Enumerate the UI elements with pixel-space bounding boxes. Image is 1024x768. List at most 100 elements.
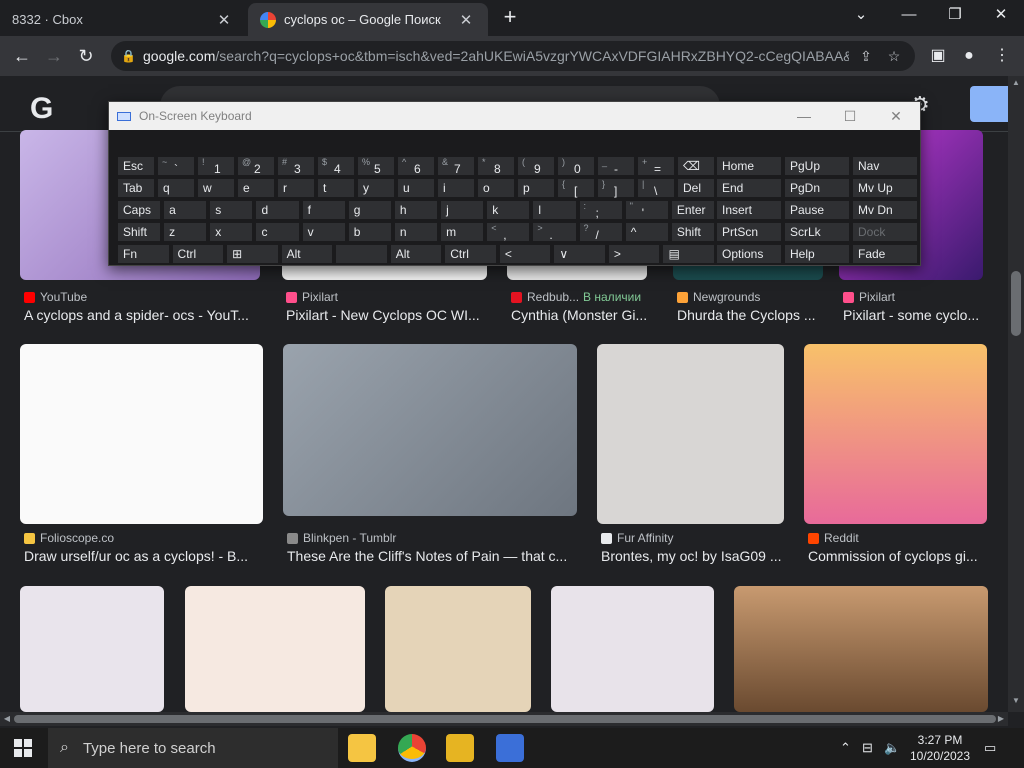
osk-nav-key[interactable]: Home bbox=[716, 156, 782, 176]
scroll-right-icon[interactable]: ▶ bbox=[994, 712, 1008, 726]
scroll-left-icon[interactable]: ◀ bbox=[0, 712, 14, 726]
share-icon[interactable]: ⇪ bbox=[855, 48, 877, 65]
osk-key[interactable]: Enter bbox=[670, 200, 715, 220]
windows-start-icon[interactable] bbox=[14, 739, 32, 757]
osk-key[interactable]: > bbox=[607, 244, 661, 264]
side-panel-icon[interactable]: ▣ bbox=[926, 44, 950, 68]
result-image[interactable] bbox=[20, 586, 164, 712]
osk-nav-key[interactable]: Pause bbox=[784, 200, 850, 220]
result-title[interactable]: Pixilart - some cyclo... bbox=[843, 307, 989, 323]
chevron-up-icon[interactable]: ⌃ bbox=[840, 728, 851, 768]
osk-nav-key[interactable]: Options bbox=[716, 244, 782, 264]
osk-key[interactable]: & 7 bbox=[437, 156, 475, 176]
osk-key[interactable]: ? / bbox=[578, 222, 623, 242]
osk-key[interactable]: Ctrl bbox=[171, 244, 225, 264]
osk-key[interactable]: Esc bbox=[117, 156, 155, 176]
taskbar-search[interactable]: ⌕ Type here to search bbox=[48, 728, 338, 768]
osk-key[interactable]: r bbox=[277, 178, 315, 198]
osk-key[interactable]: u bbox=[397, 178, 435, 198]
osk-key[interactable]: Caps bbox=[117, 200, 162, 220]
address-bar[interactable]: 🔒 google.com/search?q=cyclops+oc&tbm=isc… bbox=[111, 41, 915, 71]
chevron-down-icon[interactable]: ⌄ bbox=[838, 0, 884, 32]
result-card[interactable]: Folioscope.co Draw urself/ur oc as a cyc… bbox=[20, 344, 263, 574]
osk-key[interactable]: <, bbox=[486, 222, 531, 242]
osk-key[interactable]: Alt bbox=[389, 244, 443, 264]
osk-key[interactable]: n bbox=[393, 222, 439, 242]
osk-key[interactable]: :; bbox=[578, 200, 623, 220]
osk-nav-key[interactable]: Help bbox=[784, 244, 850, 264]
on-screen-keyboard-app-icon[interactable] bbox=[496, 734, 524, 762]
osk-key[interactable]: g bbox=[347, 200, 392, 220]
osk-key[interactable]: Alt bbox=[280, 244, 334, 264]
osk-nav-key[interactable]: Insert bbox=[716, 200, 782, 220]
chrome-icon[interactable] bbox=[398, 734, 426, 762]
sign-in-button[interactable] bbox=[970, 86, 1008, 122]
osk-key[interactable]: c bbox=[255, 222, 300, 242]
close-icon[interactable]: ✕ bbox=[456, 11, 476, 29]
osk-key[interactable]: {[ bbox=[557, 178, 595, 198]
osk-nav-key[interactable]: PrtScn bbox=[716, 222, 782, 242]
osk-key[interactable]: l bbox=[532, 200, 577, 220]
osk-nav-key[interactable]: End bbox=[716, 178, 782, 198]
osk-minimize-button[interactable]: — bbox=[781, 102, 827, 130]
result-card[interactable] bbox=[385, 586, 531, 712]
result-title[interactable]: Draw urself/ur oc as a cyclops! - B... bbox=[24, 548, 263, 564]
result-image[interactable] bbox=[551, 586, 714, 712]
osk-key[interactable]: ^ 6 bbox=[397, 156, 435, 176]
osk-key[interactable]: + = bbox=[637, 156, 675, 176]
osk-key[interactable]: ! 1 bbox=[197, 156, 235, 176]
scroll-thumb[interactable] bbox=[1011, 271, 1021, 336]
result-image[interactable] bbox=[804, 344, 987, 524]
osk-key[interactable] bbox=[335, 244, 388, 264]
osk-key[interactable]: m bbox=[440, 222, 485, 242]
reload-button[interactable]: ↻ bbox=[72, 42, 100, 70]
osk-nav-key[interactable]: PgUp bbox=[784, 156, 850, 176]
tab-google-search[interactable]: cyclops oc – Google Поиск ✕ bbox=[248, 3, 488, 36]
osk-key[interactable]: f bbox=[301, 200, 346, 220]
osk-key[interactable]: #3 bbox=[277, 156, 315, 176]
osk-key[interactable]: ~ ` bbox=[157, 156, 195, 176]
osk-key[interactable]: }] bbox=[597, 178, 635, 198]
osk-key[interactable]: _ - bbox=[597, 156, 635, 176]
osk-key[interactable]: v bbox=[301, 222, 346, 242]
osk-maximize-button[interactable]: ☐ bbox=[827, 102, 873, 130]
osk-key[interactable]: @2 bbox=[237, 156, 275, 176]
osk-key[interactable]: | \ bbox=[637, 178, 675, 198]
osk-key[interactable]: >. bbox=[532, 222, 577, 242]
osk-key[interactable]: a bbox=[163, 200, 208, 220]
result-title[interactable]: Cynthia (Monster Gi... bbox=[511, 307, 657, 323]
osk-key[interactable]: p bbox=[517, 178, 555, 198]
osk-key[interactable]: d bbox=[255, 200, 300, 220]
osk-nav-key[interactable]: Dock bbox=[852, 222, 918, 242]
scroll-up-icon[interactable]: ▲ bbox=[1008, 78, 1024, 87]
result-image[interactable] bbox=[597, 344, 784, 524]
result-title[interactable]: A cyclops and a spider- ocs - YouT... bbox=[24, 307, 260, 323]
profile-icon[interactable]: ● bbox=[957, 44, 981, 68]
result-image[interactable] bbox=[385, 586, 531, 712]
result-card[interactable]: Blinkpen - Tumblr These Are the Cliff's … bbox=[283, 344, 577, 574]
vertical-scrollbar[interactable]: ▲ ▼ bbox=[1008, 76, 1024, 712]
osk-nav-key[interactable]: Mv Dn bbox=[852, 200, 918, 220]
result-image[interactable] bbox=[734, 586, 988, 712]
osk-key[interactable]: Fn bbox=[117, 244, 170, 264]
new-tab-button[interactable]: + bbox=[497, 5, 523, 31]
osk-key[interactable]: j bbox=[440, 200, 485, 220]
star-icon[interactable]: ☆ bbox=[883, 48, 905, 65]
osk-key[interactable]: ^ bbox=[624, 222, 669, 242]
osk-key[interactable]: Tab bbox=[117, 178, 155, 198]
scroll-down-icon[interactable]: ▼ bbox=[1008, 696, 1024, 705]
osk-key[interactable]: < bbox=[498, 244, 552, 264]
forward-button[interactable]: → bbox=[40, 42, 68, 70]
result-image[interactable] bbox=[185, 586, 365, 712]
osk-key[interactable]: ) 0 bbox=[557, 156, 595, 176]
osk-key[interactable]: q bbox=[157, 178, 195, 198]
osk-nav-key[interactable]: ScrLk bbox=[784, 222, 850, 242]
file-explorer-icon[interactable] bbox=[348, 734, 376, 762]
osk-key[interactable]: t bbox=[317, 178, 355, 198]
result-title[interactable]: Brontes, my oc! by IsaG09 ... bbox=[601, 548, 789, 564]
result-card[interactable] bbox=[20, 586, 164, 712]
menu-icon[interactable]: ⋮ bbox=[990, 44, 1014, 68]
osk-key[interactable]: s bbox=[209, 200, 254, 220]
result-card[interactable]: Fur Affinity Brontes, my oc! by IsaG09 .… bbox=[597, 344, 785, 574]
osk-key[interactable]: $4 bbox=[317, 156, 355, 176]
